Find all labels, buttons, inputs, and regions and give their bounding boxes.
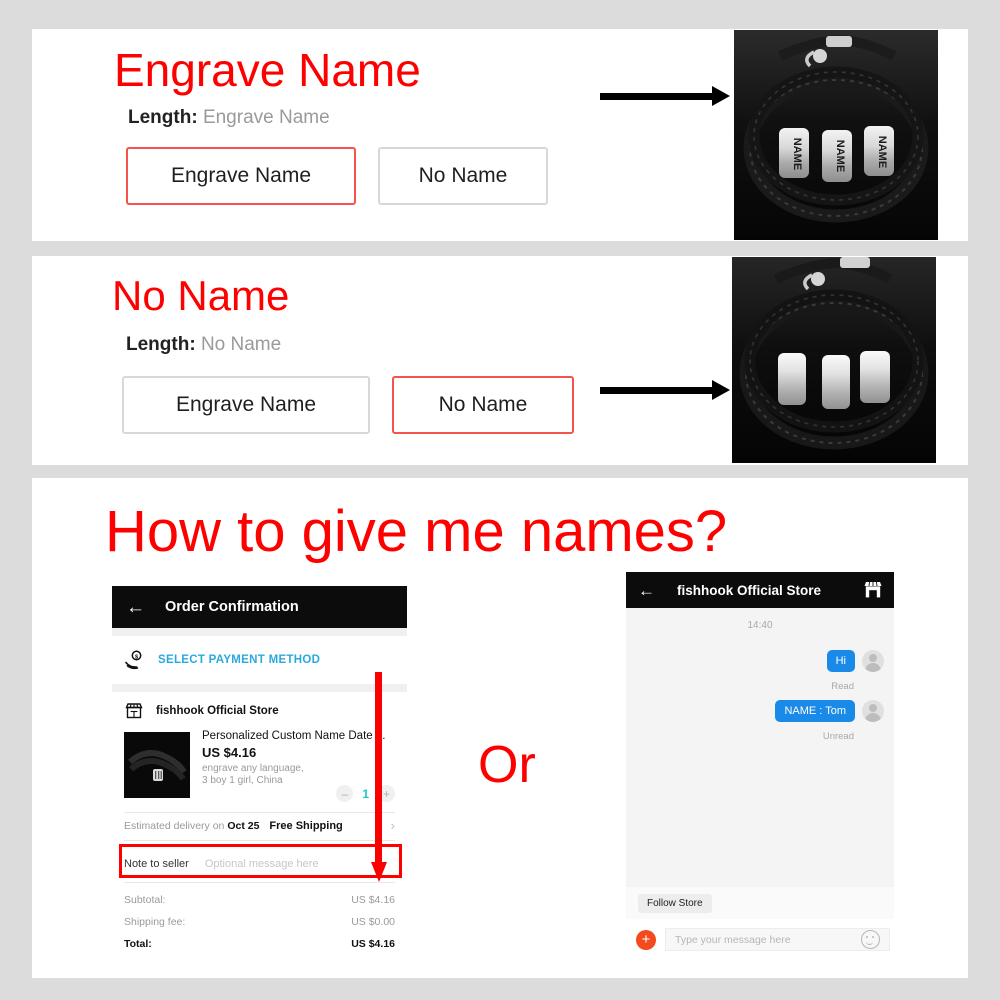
chat-message-outgoing: NAME : Tom — [775, 700, 884, 722]
chat-timestamp: 14:40 — [747, 620, 773, 631]
length-line-no-name: Length: No Name — [126, 334, 281, 356]
quantity-decrease-button[interactable]: – — [336, 785, 354, 802]
product-title: Personalized Custom Name Date ... — [202, 730, 386, 742]
bead-text: NAME — [834, 140, 846, 172]
chat-bubble: NAME : Tom — [775, 700, 855, 722]
estimated-delivery-date: Oct 25 — [227, 819, 260, 832]
store-name: fishhook Official Store — [156, 705, 279, 717]
length-value: Engrave Name — [202, 107, 330, 128]
chat-topbar: ← fishhook Official Store — [626, 572, 894, 608]
order-topbar: ← Order Confirmation — [112, 586, 407, 628]
option-button-engrave-name[interactable]: Engrave Name — [126, 147, 356, 205]
option-button-label: No Name — [418, 164, 508, 187]
free-shipping-label: Free Shipping — [269, 819, 343, 832]
summary-row-shipping-fee: Shipping fee: US $0.00 — [124, 916, 395, 928]
storefront-icon[interactable] — [863, 581, 883, 599]
storefront-icon — [124, 701, 144, 721]
panel-heading-no-name: No Name — [112, 272, 290, 319]
summary-label: Subtotal: — [124, 894, 166, 906]
chat-screenshot: ← fishhook Official Store 14:40 Hi Read … — [626, 572, 894, 960]
shipping-row[interactable]: Estimated delivery on Oct 25 Free Shippi… — [124, 818, 395, 833]
right-arrow-icon — [600, 86, 730, 106]
estimated-delivery-prefix: Estimated delivery on — [124, 819, 228, 832]
divider — [124, 882, 395, 883]
product-photo-plain — [732, 257, 936, 463]
quantity-value: 1 — [362, 786, 369, 801]
product-price: US $4.16 — [202, 745, 257, 760]
note-to-seller-highlight-box — [119, 844, 402, 878]
summary-row-subtotal: Subtotal: US $4.16 — [124, 894, 395, 906]
order-confirmation-screenshot: ← Order Confirmation $ SELECT PAYMENT ME… — [112, 586, 407, 968]
order-body: $ SELECT PAYMENT METHOD fishhook Officia… — [112, 628, 407, 968]
bead-text: NAME — [876, 136, 888, 168]
option-button-label: Engrave Name — [170, 164, 312, 187]
smiley-icon[interactable] — [861, 930, 880, 949]
option-panel-no-name: No Name Length: No Name Engrave Name No … — [32, 256, 968, 465]
chat-message-status: Unread — [822, 731, 854, 742]
select-payment-method-row[interactable]: $ SELECT PAYMENT METHOD — [112, 642, 407, 678]
follow-store-button[interactable]: Follow Store — [638, 893, 712, 913]
back-arrow-icon[interactable]: ← — [126, 598, 145, 617]
avatar — [862, 650, 884, 672]
select-payment-method-label: SELECT PAYMENT METHOD — [158, 654, 321, 666]
divider — [124, 840, 395, 841]
plus-icon[interactable]: + — [636, 929, 656, 950]
order-screen-title: Order Confirmation — [165, 599, 299, 615]
estimated-delivery: Estimated delivery on Oct 25 — [124, 820, 259, 832]
follow-store-bar: Follow Store — [626, 887, 894, 919]
divider — [112, 628, 407, 636]
product-thumbnail — [124, 732, 190, 798]
divider — [124, 812, 395, 813]
chat-bubble: Hi — [826, 650, 855, 672]
avatar — [862, 700, 884, 722]
chevron-right-icon[interactable]: › — [391, 818, 395, 833]
chat-composer: + Type your message here — [626, 919, 894, 960]
option-panel-engrave: Engrave Name Length: Engrave Name Engrav… — [32, 29, 968, 241]
option-button-no-name[interactable]: No Name — [378, 147, 548, 205]
summary-value: US $4.16 — [351, 938, 395, 950]
howto-title: How to give me names? — [105, 499, 728, 564]
summary-value: US $0.00 — [351, 916, 395, 928]
bead-text: NAME — [791, 138, 803, 170]
panel-heading-engrave: Engrave Name — [114, 44, 421, 96]
store-row[interactable]: fishhook Official Store — [112, 696, 407, 726]
order-product-row: Personalized Custom Name Date ... US $4.… — [124, 730, 395, 804]
hand-coin-icon: $ — [124, 649, 146, 671]
product-attribute-1: engrave any language, — [202, 763, 304, 774]
back-arrow-icon[interactable]: ← — [638, 582, 655, 599]
chat-input-placeholder: Type your message here — [675, 933, 791, 946]
chat-message-list: 14:40 Hi Read NAME : Tom Unread — [626, 608, 894, 887]
length-label: Length: — [128, 107, 198, 128]
product-info: Personalized Custom Name Date ... US $4.… — [202, 730, 395, 786]
length-value: No Name — [200, 334, 282, 355]
summary-row-total: Total: US $4.16 — [124, 938, 395, 950]
chat-message-status: Read — [831, 681, 854, 692]
option-button-engrave-name[interactable]: Engrave Name — [122, 376, 370, 434]
summary-label: Total: — [124, 938, 152, 950]
red-down-arrow-icon — [371, 672, 387, 884]
product-photo-engraved: NAME NAME NAME — [734, 30, 938, 240]
summary-label: Shipping fee: — [124, 916, 186, 928]
option-button-label: Engrave Name — [175, 393, 317, 416]
chat-message-input[interactable]: Type your message here — [665, 928, 890, 951]
option-button-label: No Name — [438, 393, 528, 416]
divider — [112, 684, 407, 692]
summary-value: US $4.16 — [351, 894, 395, 906]
right-arrow-icon — [600, 380, 730, 400]
length-label: Length: — [126, 334, 196, 355]
option-button-no-name[interactable]: No Name — [392, 376, 574, 434]
or-separator-text: Or — [478, 736, 536, 794]
chat-message-outgoing: Hi — [826, 650, 884, 672]
chat-screen-title: fishhook Official Store — [677, 582, 822, 598]
length-line-engrave: Length: Engrave Name — [128, 107, 330, 129]
